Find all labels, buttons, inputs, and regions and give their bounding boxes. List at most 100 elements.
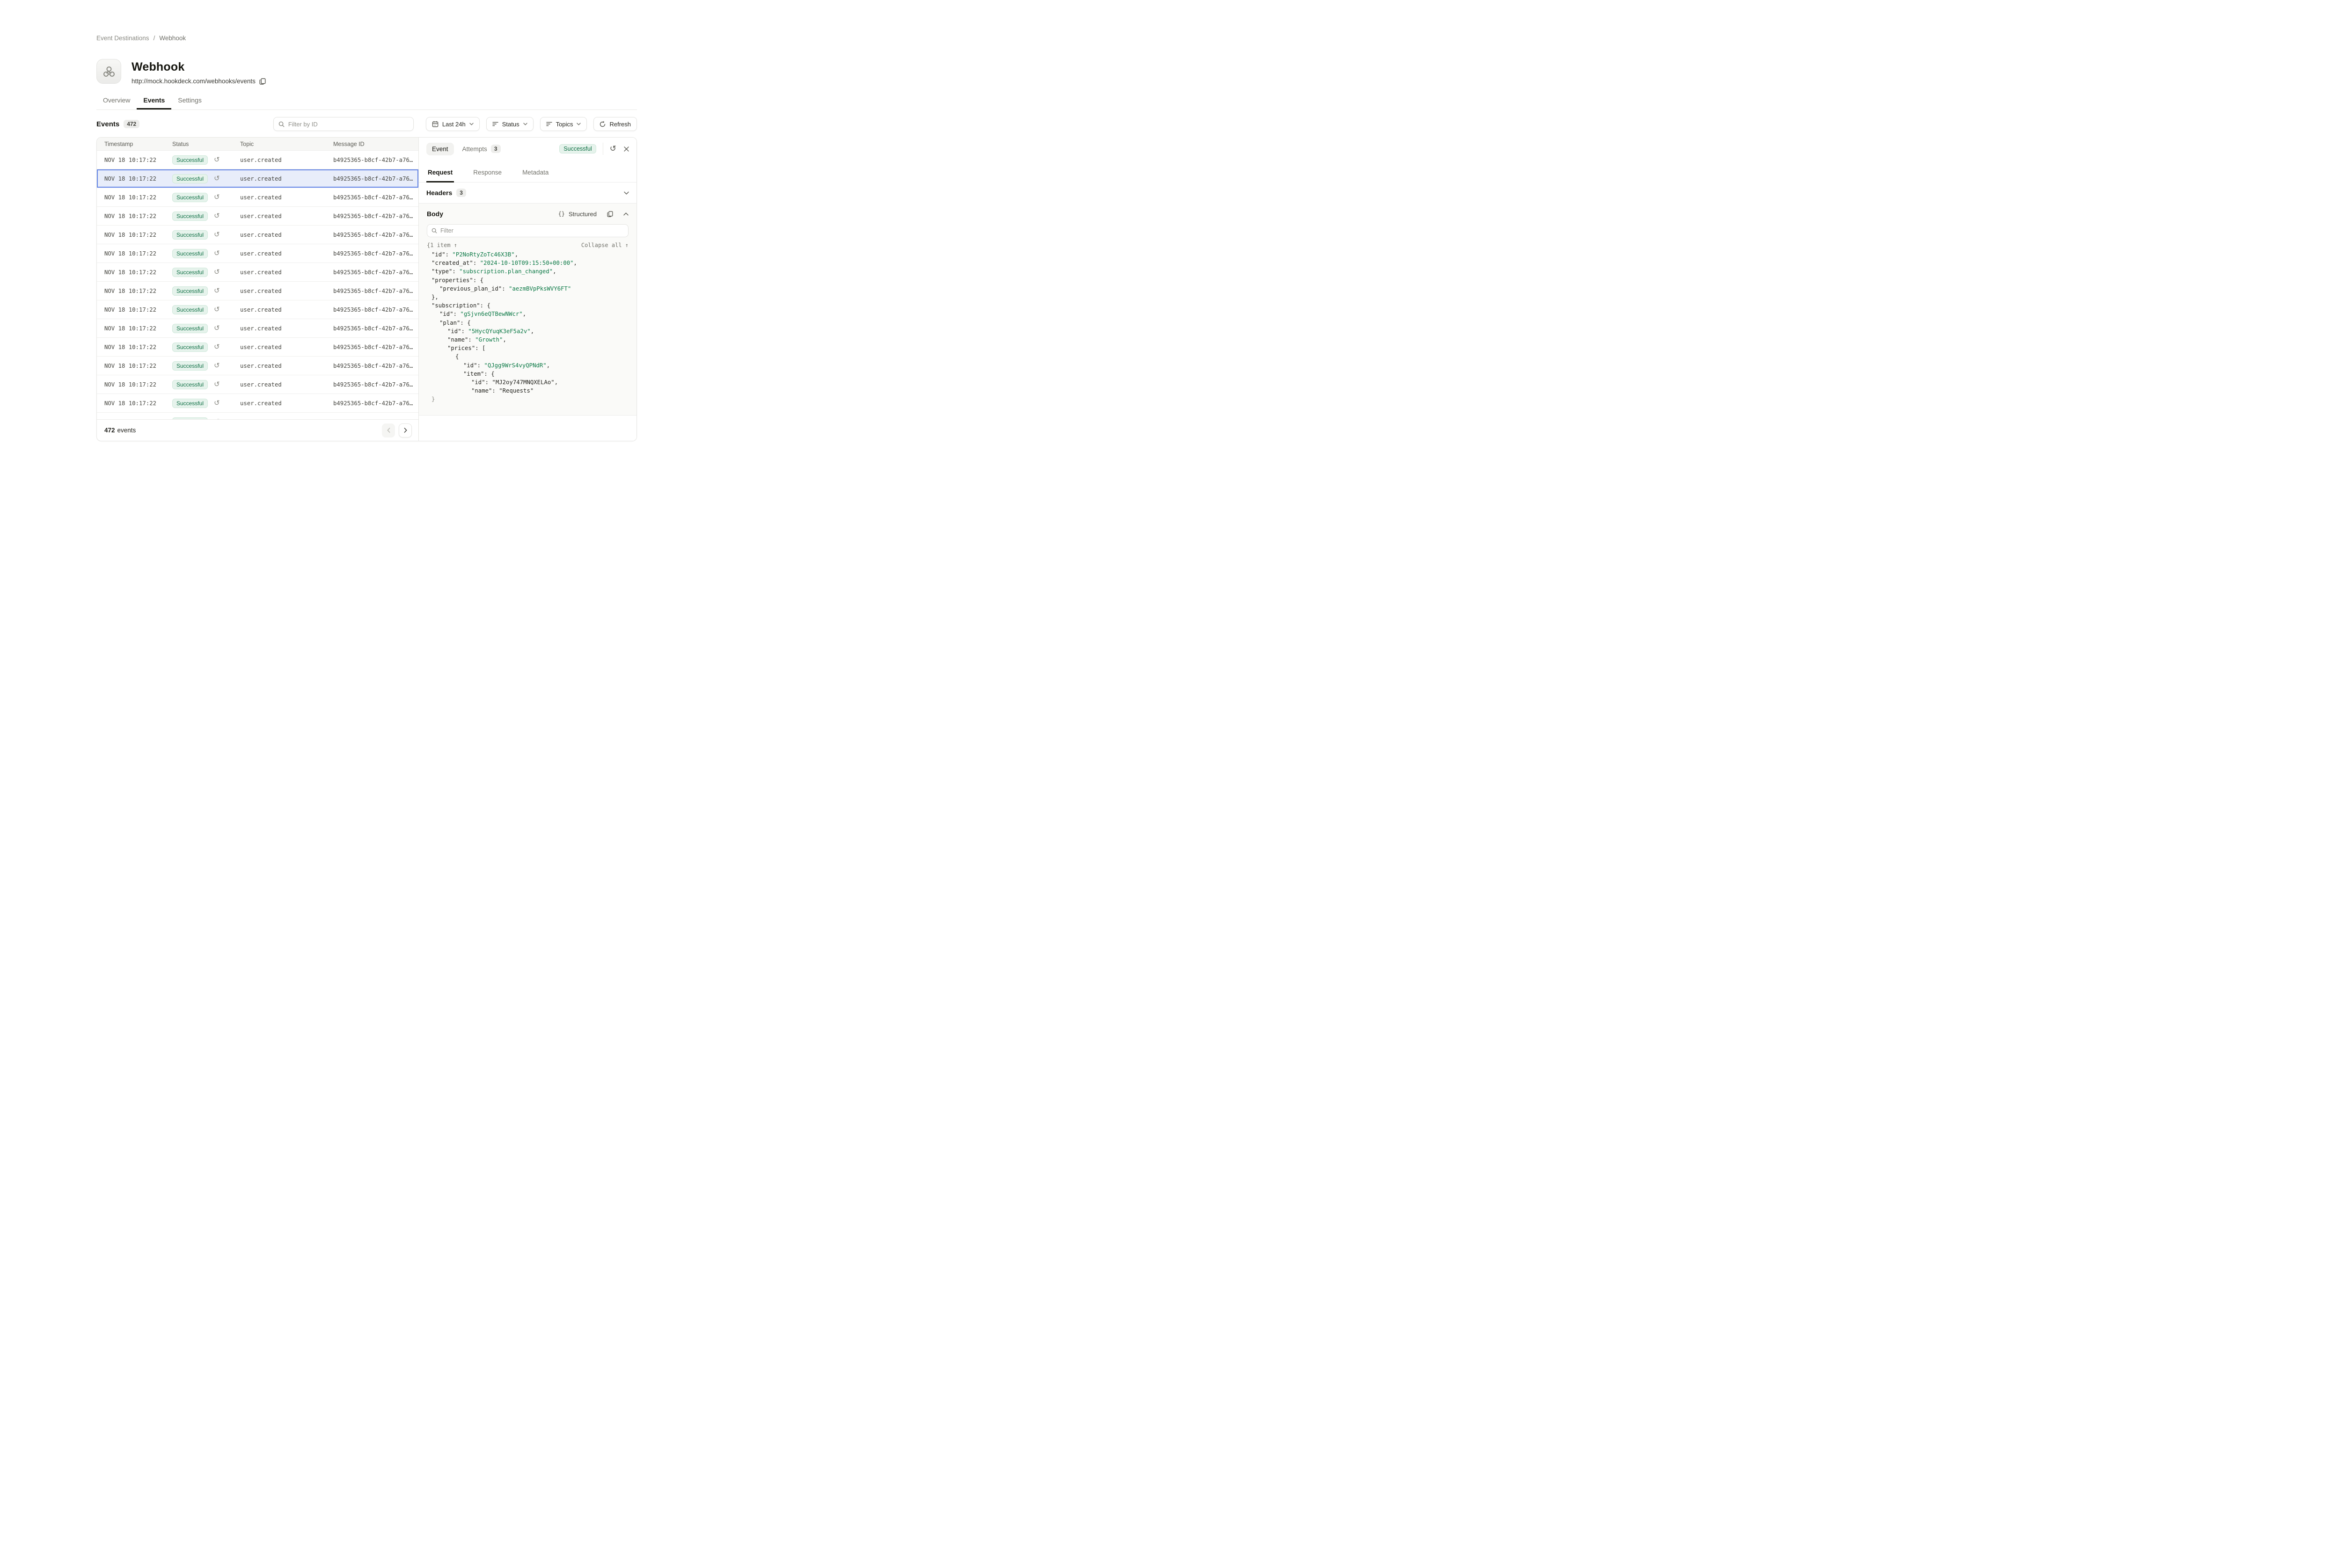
chevron-down-icon[interactable] [624,191,629,195]
table-row[interactable]: NOV 18 10:17:22 Successful ↺ user.create… [97,244,418,263]
table-row[interactable]: NOV 18 10:17:22 Successful ↺ user.create… [97,375,418,394]
page-tab[interactable]: Events [137,93,171,109]
json-line[interactable]: "prices": [ [427,344,629,352]
breadcrumb-event-destinations[interactable]: Event Destinations [96,35,149,42]
status-filter-button[interactable]: Status [486,117,534,131]
json-line[interactable]: } [427,395,629,403]
webhook-icon [96,59,121,84]
json-line[interactable]: "id": "gSjvn6eQTBewNWcr", [427,310,629,318]
json-line[interactable]: "id": "5HycQYuqK3eF5a2v", [427,327,629,335]
row-message-id: b4925365-b8cf-42b7-a76… [333,269,418,276]
table-row[interactable]: NOV 18 10:17:22 Successful ↺ user.create… [97,357,418,375]
collapse-all-button[interactable]: Collapse all ↑ [581,242,629,248]
row-message-id: b4925365-b8cf-42b7-a76… [333,232,418,238]
retry-icon[interactable]: ↺ [214,381,220,388]
row-message-id: b4925365-b8cf-42b7-a76… [333,157,418,163]
table-footer: 472 events [97,419,418,441]
row-timestamp: NOV 18 10:17:22 [97,194,172,201]
table-row[interactable]: NOV 18 10:17:22 Successful ↺ user.create… [97,226,418,244]
copy-url-icon[interactable] [259,78,266,85]
structured-view-toggle[interactable]: {} Structured [558,211,597,218]
events-toolbar: Events 472 Last 24h [96,117,637,131]
retry-icon[interactable]: ↺ [214,156,220,163]
body-filter-input[interactable] [427,224,629,237]
retry-icon[interactable]: ↺ [214,287,220,294]
retry-icon[interactable]: ↺ [214,175,220,182]
status-badge: Successful [172,305,208,314]
table-row[interactable]: NOV 18 10:17:22 Successful ↺ user.create… [97,282,418,300]
table-row[interactable]: NOV 18 10:17:22 Successful ↺ user.create… [97,169,418,188]
json-line[interactable]: "name": "Growth", [427,335,629,344]
row-timestamp: NOV 18 10:17:22 [97,306,172,313]
json-line[interactable]: "item": { [427,370,629,378]
item-count-toggle[interactable]: {1 item ↑ [427,242,457,248]
page-header: Webhook http://mock.hookdeck.com/webhook… [96,59,266,85]
detail-panel-bottom [419,416,636,441]
headers-section[interactable]: Headers 3 [419,182,636,204]
status-badge: Successful [172,268,208,277]
json-line[interactable]: "previous_plan_id": "aezmBVpPksWVY6FT" [427,284,629,293]
row-message-id: b4925365-b8cf-42b7-a76… [333,175,418,182]
row-message-id: b4925365-b8cf-42b7-a76… [333,213,418,219]
json-line[interactable]: "id": "P2NoRtyZoTc46X3B", [427,250,629,259]
table-header-row: Timestamp Status Topic Message ID [97,138,418,151]
search-icon [278,121,285,127]
refresh-button[interactable]: Refresh [593,117,637,131]
detail-tab[interactable]: Metadata [521,169,550,182]
body-filter-field[interactable] [440,227,624,234]
attempts-tab[interactable]: Attempts 3 [462,145,501,153]
json-line[interactable]: { [427,352,629,361]
table-row[interactable]: NOV 18 10:17:22 Successful ↺ user.create… [97,413,418,419]
json-value: "2024-10-10T09:15:50+00:00" [480,260,574,266]
close-icon[interactable] [624,146,629,152]
retry-icon[interactable]: ↺ [214,325,220,332]
json-line[interactable]: "created_at": "2024-10-10T09:15:50+00:00… [427,259,629,267]
json-line[interactable]: "id": "MJ2oy747MNQXELAo", [427,378,629,387]
json-line[interactable]: "id": "QJgg9WrS4vyQPNdR", [427,361,629,370]
retry-icon[interactable]: ↺ [214,212,220,219]
page-tab[interactable]: Settings [171,93,208,109]
table-row[interactable]: NOV 18 10:17:22 Successful ↺ user.create… [97,207,418,226]
row-topic: user.created [240,363,333,369]
filter-by-id-input[interactable] [273,117,414,131]
status-badge: Successful [172,399,208,408]
topics-filter-button[interactable]: Topics [540,117,587,131]
retry-event-icon[interactable]: ↺ [610,145,616,153]
pagination-prev-button[interactable] [382,423,395,438]
json-value: "5HycQYuqK3eF5a2v" [468,328,530,335]
table-row[interactable]: NOV 18 10:17:22 Successful ↺ user.create… [97,394,418,413]
copy-body-icon[interactable] [607,211,613,217]
table-row[interactable]: NOV 18 10:17:22 Successful ↺ user.create… [97,300,418,319]
time-range-button[interactable]: Last 24h [426,117,480,131]
page-tabs: OverviewEventsSettings [96,93,637,110]
json-line[interactable]: "plan": { [427,319,629,327]
retry-icon[interactable]: ↺ [214,362,220,369]
chevron-up-icon[interactable] [623,212,629,216]
event-tab[interactable]: Event [426,143,454,155]
breadcrumb-webhook[interactable]: Webhook [159,35,186,42]
page-tab[interactable]: Overview [96,93,137,109]
table-row[interactable]: NOV 18 10:17:22 Successful ↺ user.create… [97,338,418,357]
json-line[interactable]: "properties": { [427,276,629,284]
filter-by-id-field[interactable] [288,121,409,128]
detail-tab[interactable]: Response [472,169,503,182]
retry-icon[interactable]: ↺ [214,231,220,238]
json-line[interactable]: "name": "Requests" [427,387,629,395]
retry-icon[interactable]: ↺ [214,400,220,407]
json-line[interactable]: "type": "subscription.plan_changed", [427,267,629,276]
table-row[interactable]: NOV 18 10:17:22 Successful ↺ user.create… [97,263,418,282]
detail-tab[interactable]: Request [426,169,454,182]
json-line[interactable]: }, [427,293,629,301]
table-row[interactable]: NOV 18 10:17:22 Successful ↺ user.create… [97,188,418,207]
table-row[interactable]: NOV 18 10:17:22 Successful ↺ user.create… [97,319,418,338]
json-line[interactable]: "subscription": { [427,301,629,310]
json-value: "Requests" [499,387,534,394]
pagination-next-button[interactable] [399,423,412,438]
event-detail-panel: Event Attempts 3 Successful ↺ RequestRes… [418,138,636,441]
retry-icon[interactable]: ↺ [214,306,220,313]
retry-icon[interactable]: ↺ [214,343,220,350]
retry-icon[interactable]: ↺ [214,194,220,201]
retry-icon[interactable]: ↺ [214,269,220,276]
retry-icon[interactable]: ↺ [214,250,220,257]
table-row[interactable]: NOV 18 10:17:22 Successful ↺ user.create… [97,151,418,169]
